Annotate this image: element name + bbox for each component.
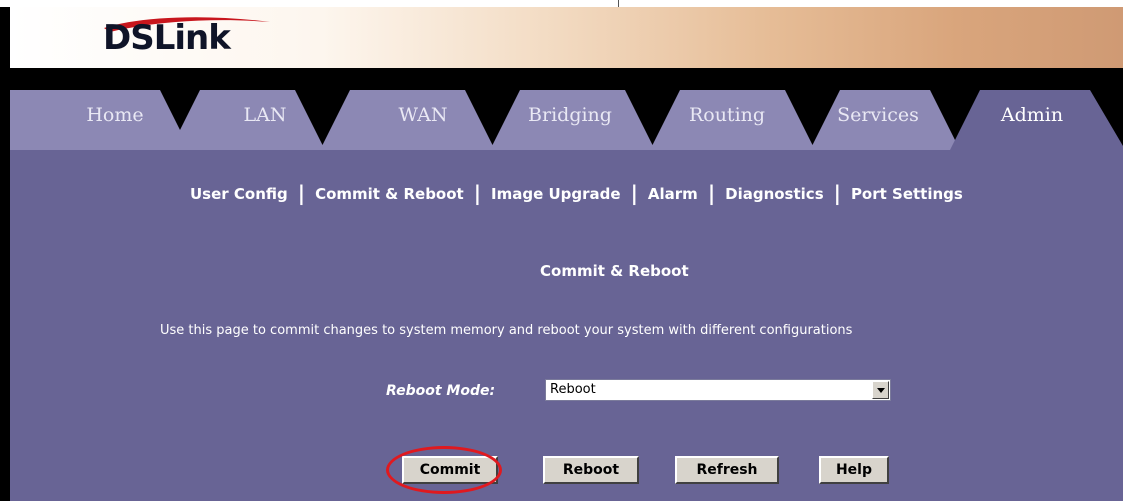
dropdown-arrow-button[interactable] bbox=[872, 381, 889, 399]
submenu-separator: | bbox=[473, 181, 482, 205]
submenu-separator: | bbox=[833, 181, 841, 205]
chevron-down-icon bbox=[877, 388, 885, 393]
tab-admin[interactable]: Admin bbox=[962, 104, 1102, 126]
tab-home[interactable]: Home bbox=[45, 104, 185, 126]
submenu-alarm[interactable]: Alarm bbox=[648, 185, 698, 203]
reboot-mode-select[interactable]: Reboot bbox=[545, 379, 891, 401]
reboot-button[interactable]: Reboot bbox=[543, 456, 639, 484]
help-button[interactable]: Help bbox=[819, 456, 889, 484]
submenu-user-config[interactable]: User Config bbox=[190, 185, 288, 203]
refresh-button[interactable]: Refresh bbox=[675, 456, 779, 484]
submenu-diagnostics[interactable]: Diagnostics bbox=[725, 185, 824, 203]
tab-bridging[interactable]: Bridging bbox=[500, 104, 640, 126]
reboot-mode-label: Reboot Mode: bbox=[386, 383, 496, 399]
submenu-commit-reboot[interactable]: Commit & Reboot bbox=[315, 185, 464, 203]
submenu-separator: | bbox=[707, 181, 716, 205]
page-description: Use this page to commit changes to syste… bbox=[160, 323, 853, 338]
dslink-logo: DSLink bbox=[103, 18, 231, 58]
submenu-separator: | bbox=[630, 181, 638, 205]
page-title: Commit & Reboot bbox=[540, 262, 689, 280]
tab-lan[interactable]: LAN bbox=[195, 104, 335, 126]
tab-routing[interactable]: Routing bbox=[657, 104, 797, 126]
tab-wan[interactable]: WAN bbox=[353, 104, 493, 126]
admin-submenu: User Config | Commit & Reboot | Image Upgrad… bbox=[190, 180, 963, 205]
commit-button[interactable]: Commit bbox=[402, 456, 498, 484]
submenu-port-settings[interactable]: Port Settings bbox=[851, 185, 963, 203]
submenu-separator: | bbox=[297, 181, 306, 205]
text-cursor bbox=[618, 0, 619, 7]
tab-services[interactable]: Services bbox=[808, 104, 948, 126]
reboot-mode-value: Reboot bbox=[550, 382, 596, 397]
submenu-image-upgrade[interactable]: Image Upgrade bbox=[491, 185, 621, 203]
